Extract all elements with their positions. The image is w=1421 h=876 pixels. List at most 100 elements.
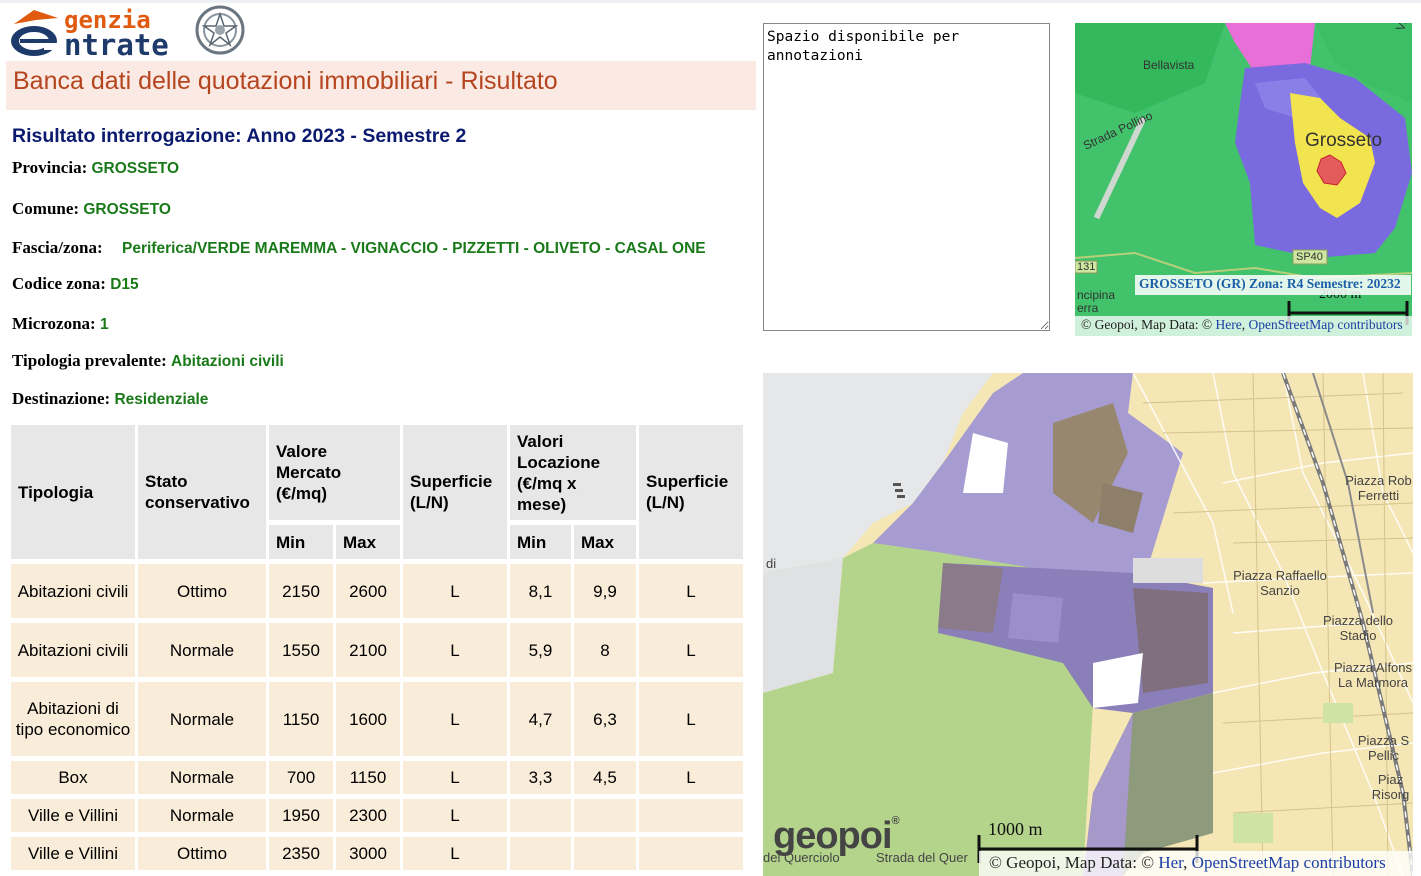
field-microzona-label: Microzona: (12, 314, 96, 333)
field-comune-label: Comune: (12, 199, 80, 218)
cell-vl-max: 6,3 (574, 682, 636, 756)
cell-vm-min: 700 (269, 761, 333, 794)
th-superficie-1: Superficie (L/N) (403, 425, 507, 559)
cell-sup2: L (639, 761, 743, 794)
cell-vm-min: 1150 (269, 682, 333, 756)
table-row: Box Normale 700 1150 L 3,3 4,5 L (11, 761, 743, 794)
osm-link[interactable]: OpenStreetMap contributors (1192, 853, 1386, 872)
cell-tipologia: Ville e Villini (11, 799, 135, 832)
map-label-di: di (766, 556, 777, 571)
zone-detail-map[interactable]: Piazza Raffaello Sanzio Piazza dello Sta… (763, 373, 1413, 876)
top-border (0, 0, 1421, 3)
attribution-prefix: © Geopoi, Map Data: © (1081, 317, 1216, 332)
table-row: Ville e Villini Ottimo 2350 3000 L (11, 837, 743, 870)
th-stato: Stato conservativo (138, 425, 266, 559)
cell-vl-min (510, 799, 571, 832)
map-label-piazza-s: Piazza S Pellic (1357, 733, 1410, 763)
cell-vl-max: 8 (574, 623, 636, 677)
th-vl-max: Max (574, 525, 636, 559)
agenzia-entrate-logo[interactable]: genzia ntrate (6, 4, 246, 62)
field-provincia-label: Provincia: (12, 158, 88, 177)
field-fascia-value: Periferica/VERDE MAREMMA - VIGNACCIO - P… (122, 240, 706, 257)
cell-vm-max: 1150 (336, 761, 400, 794)
here-link[interactable]: Her (1158, 853, 1183, 872)
page-title: Banca dati delle quotazioni immobiliari … (13, 67, 558, 95)
table-row: Ville e Villini Normale 1950 2300 L (11, 799, 743, 832)
cell-vl-min: 8,1 (510, 564, 571, 618)
geopoi-logo: geopoi® (773, 815, 900, 857)
map-label-piazza-alfonso: Piazza Alfons La Marmora (1333, 660, 1413, 690)
italian-republic-emblem-icon (195, 5, 245, 55)
field-comune-value: GROSSETO (83, 201, 171, 218)
cell-sup1: L (403, 564, 507, 618)
table-row: Abitazioni civili Ottimo 2150 2600 L 8,1… (11, 564, 743, 618)
cell-sup2: L (639, 623, 743, 677)
attribution-prefix: © Geopoi, Map Data: © (989, 853, 1159, 872)
cell-sup2: L (639, 682, 743, 756)
result-heading: Risultato interrogazione: Anno 2023 - Se… (12, 125, 467, 147)
th-tipologia: Tipologia (11, 425, 135, 559)
cell-sup2: L (639, 564, 743, 618)
cell-vm-min: 2350 (269, 837, 333, 870)
th-valore-mercato: Valore Mercato (€/mq) (269, 425, 400, 520)
cell-vl-max (574, 837, 636, 870)
field-codice: Codice zona: D15 (12, 274, 139, 294)
cell-tipologia: Abitazioni civili (11, 564, 135, 618)
osm-link[interactable]: OpenStreetMap contributors (1248, 317, 1402, 332)
map-label-piazza-stadio: Piazza dello Stadio (1322, 613, 1394, 643)
field-codice-label: Codice zona: (12, 274, 106, 293)
here-link[interactable]: Here (1216, 317, 1242, 332)
th-vl-min: Min (510, 525, 571, 559)
cell-stato: Normale (138, 799, 266, 832)
field-comune: Comune: GROSSETO (12, 199, 171, 219)
map-attribution: © Geopoi, Map Data: © Here, OpenStreetMa… (1075, 316, 1412, 336)
quotations-table: Tipologia Stato conservativo Valore Merc… (8, 420, 746, 875)
cell-tipologia: Ville e Villini (11, 837, 135, 870)
table-row: Abitazioni civili Normale 1550 2100 L 5,… (11, 623, 743, 677)
attribution-sep: , (1183, 853, 1192, 872)
map-label-piazza-rob: Piazza Rob Ferretti (1345, 473, 1412, 503)
map-label-bellavista: Bellavista (1143, 58, 1195, 72)
map-label-piazza-risorg: Piaz Risorg (1371, 772, 1410, 802)
field-provincia: Provincia: GROSSETO (12, 158, 179, 178)
cell-sup1: L (403, 623, 507, 677)
field-destinazione-value: Residenziale (114, 391, 209, 408)
notes-textarea[interactable]: Spazio disponibile per annotazioni (763, 23, 1050, 331)
cell-sup1: L (403, 799, 507, 832)
field-destinazione-label: Destinazione: (12, 389, 111, 408)
map-label-piazza-raffaello: Piazza Raffaello Sanzio (1233, 568, 1327, 598)
field-tipologia: Tipologia prevalente: Abitazioni civili (12, 351, 284, 371)
cell-vl-min: 3,3 (510, 761, 571, 794)
cell-vm-max: 2600 (336, 564, 400, 618)
logo-e-mark-icon (11, 10, 58, 56)
cell-stato: Ottimo (138, 837, 266, 870)
map-label-131: 131 (1077, 261, 1096, 273)
map-scale-label-big: 1000 m (988, 819, 1043, 839)
cell-vm-max: 3000 (336, 837, 400, 870)
cell-tipologia: Box (11, 761, 135, 794)
cell-vl-max: 4,5 (574, 761, 636, 794)
map-label-erra: erra (1077, 301, 1099, 315)
zone-overview-map[interactable]: Bellavista Strada Pollino Grosseto SP40 … (1075, 23, 1412, 336)
map-label-ncipina: ncipina (1077, 288, 1116, 302)
field-microzona-value: 1 (99, 316, 109, 333)
geopoi-logo-text: geopoi (773, 815, 893, 857)
th-valori-locazione: Valori Locazione (€/mq x mese) (510, 425, 636, 520)
cell-vm-min: 1950 (269, 799, 333, 832)
field-tipologia-label: Tipologia prevalente: (12, 351, 167, 370)
field-destinazione: Destinazione: Residenziale (12, 389, 208, 409)
cell-sup2 (639, 799, 743, 832)
field-tipologia-value: Abitazioni civili (171, 353, 284, 370)
map-label-grosseto: Grosseto (1305, 130, 1383, 151)
cell-sup1: L (403, 761, 507, 794)
map-zone-info: GROSSETO (GR) Zona: R4 Semestre: 20232 (1135, 275, 1411, 295)
cell-stato: Ottimo (138, 564, 266, 618)
field-microzona: Microzona: 1 (12, 314, 109, 334)
cell-vm-max: 2300 (336, 799, 400, 832)
map-label-sp40: SP40 (1296, 251, 1323, 263)
cell-vl-max (574, 799, 636, 832)
cell-stato: Normale (138, 761, 266, 794)
field-provincia-value: GROSSETO (91, 160, 180, 177)
th-vm-max: Max (336, 525, 400, 559)
field-fascia-label: Fascia/zona: (12, 238, 103, 257)
